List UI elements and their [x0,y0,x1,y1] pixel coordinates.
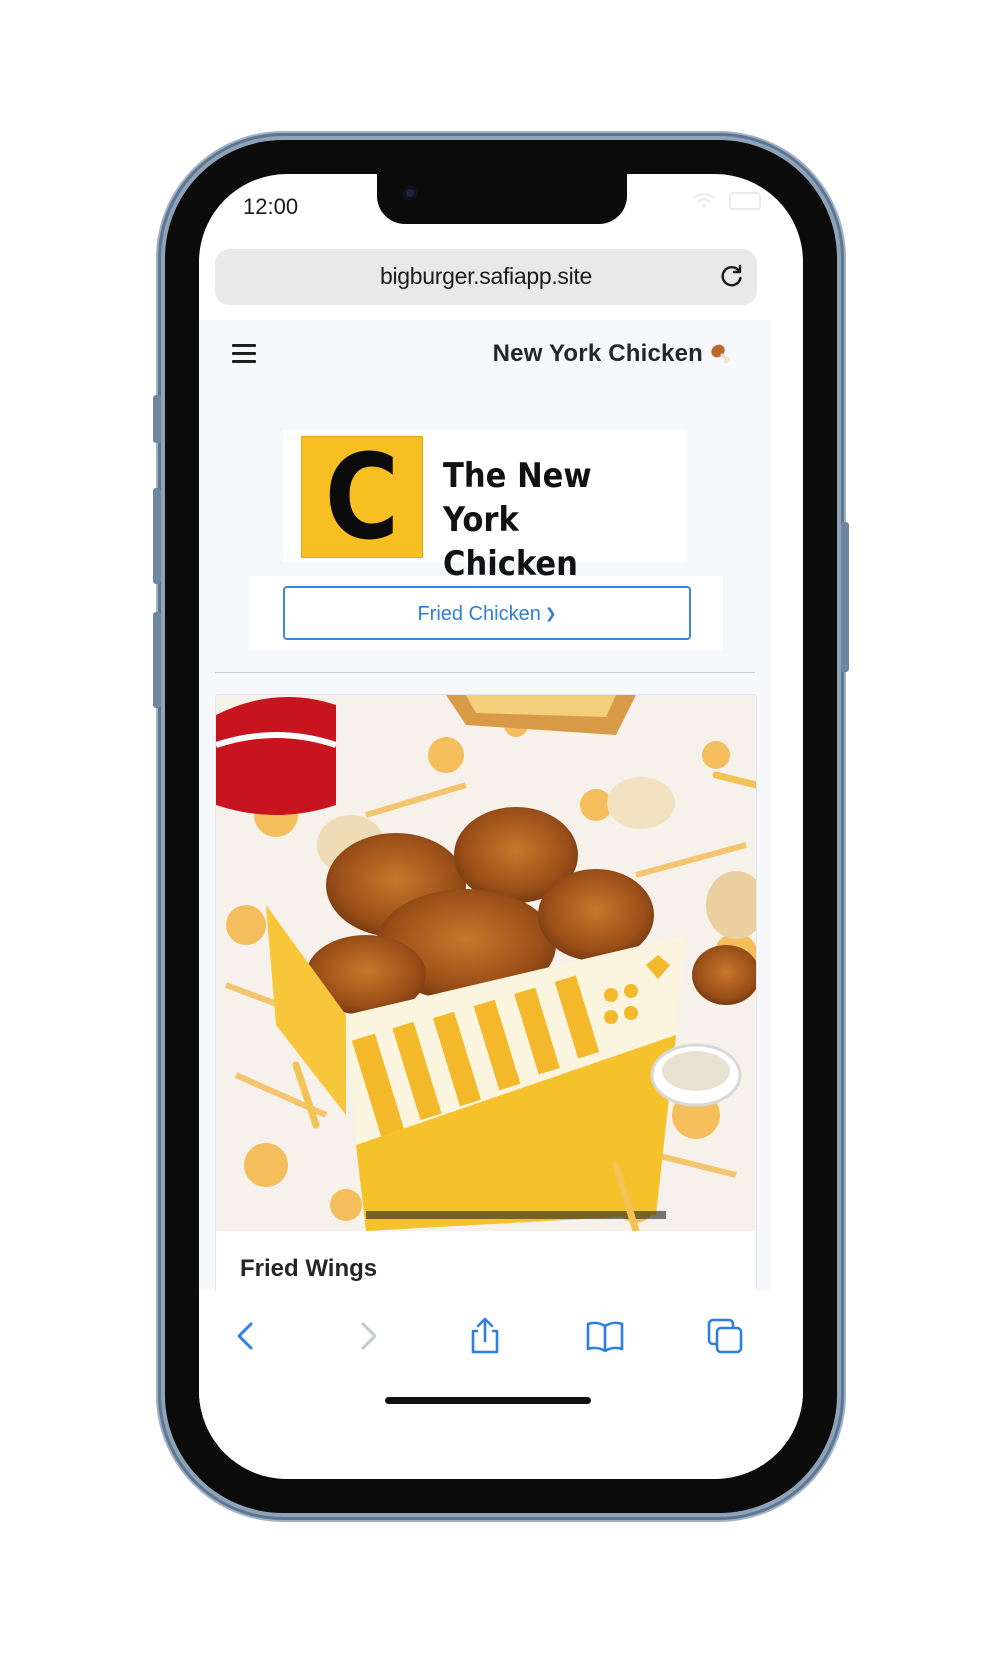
wifi-icon [693,193,715,208]
forward-icon[interactable] [347,1316,387,1356]
notch [377,174,627,224]
category-selected-label: Fried Chicken [417,603,541,625]
hamburger-menu-icon[interactable] [232,344,256,364]
back-icon[interactable] [227,1316,267,1356]
share-icon[interactable] [465,1316,505,1356]
home-indicator [385,1397,591,1404]
logo-name: The New York Chicken [443,456,592,584]
drumstick-icon [711,344,730,364]
restaurant-logo: C The New York Chicken [283,428,687,584]
chevron-down-icon: ❯ [544,605,557,621]
battery-icon [729,192,761,210]
tabs-icon[interactable] [705,1316,745,1356]
volume-down-button [153,612,161,708]
category-container: Fried Chicken ❯ [249,576,723,650]
status-time: 12:00 [243,194,299,219]
site-title-text: New York Chicken [492,340,703,367]
product-name[interactable]: Fried Wings [240,1255,377,1283]
product-card[interactable]: Fried Wings [215,694,757,1316]
reload-icon[interactable] [719,263,745,289]
address-bar[interactable]: bigburger.safiapp.site [215,249,757,305]
status-icons [693,192,761,210]
action-button [153,395,161,443]
logo-mark: C [301,428,423,566]
product-image[interactable] [216,695,756,1231]
bookmarks-icon[interactable] [585,1316,625,1356]
logo-letter: C [324,428,400,566]
phone-frame: 12:00 bigburger.safiapp.site New York Ch… [153,140,849,1513]
phone-screen: 12:00 bigburger.safiapp.site New York Ch… [199,174,803,1479]
power-button [841,522,849,672]
volume-up-button [153,488,161,584]
web-content: New York Chicken C The New York Chicken [199,320,771,1316]
url-text[interactable]: bigburger.safiapp.site [215,263,757,290]
device-mockup: 12:00 bigburger.safiapp.site New York Ch… [0,0,1000,1654]
browser-toolbar [199,1290,803,1479]
camera-icon [403,186,417,200]
site-title: New York Chicken [493,340,731,368]
category-dropdown[interactable]: Fried Chicken ❯ [283,586,691,640]
divider [215,672,755,673]
